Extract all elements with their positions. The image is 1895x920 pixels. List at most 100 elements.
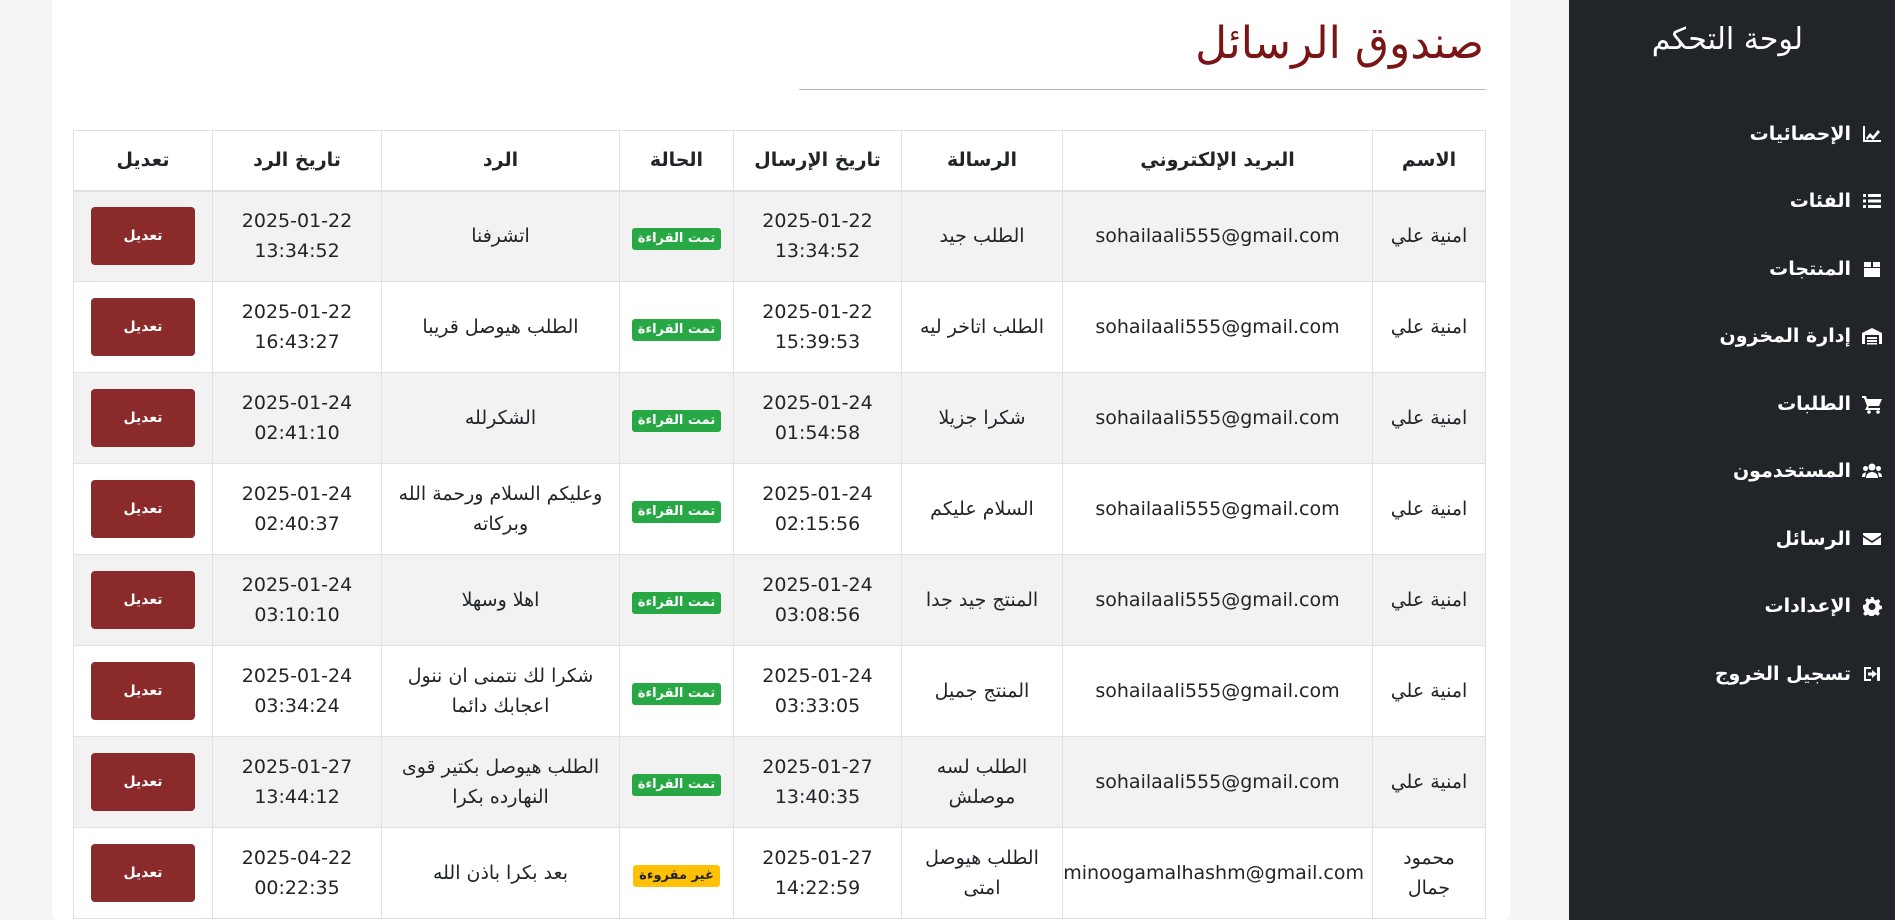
- sidebar-item-users[interactable]: المستخدمون: [1569, 438, 1895, 506]
- cell-message: السلام عليكم: [901, 463, 1063, 555]
- cell-message: المنتج جميل: [901, 645, 1063, 737]
- cart-icon: [1861, 393, 1883, 415]
- app-layout: لوحة التحكم الإحصائيات الفئات المنتجات إ…: [0, 0, 1895, 920]
- cell-reply: اتشرفنا: [381, 190, 620, 282]
- cell-reply: وعليكم السلام ورحمة الله وبركاته: [381, 463, 620, 555]
- edit-button[interactable]: تعديل: [91, 571, 195, 629]
- cell-edit: تعديل: [73, 645, 213, 737]
- sidebar-item-label: إدارة المخزون: [1719, 325, 1851, 348]
- cell-email: sohailaali555@gmail.com: [1062, 372, 1373, 464]
- sidebar-item-messages[interactable]: الرسائل: [1569, 505, 1895, 573]
- sent-date: 2025-01-27: [762, 847, 873, 869]
- reply-time: 13:44:12: [254, 786, 340, 808]
- chart-icon: [1861, 123, 1883, 145]
- table-row: امنية علي sohailaali555@gmail.com المنتج ج…: [73, 645, 1486, 737]
- sent-time: 13:34:52: [774, 240, 861, 263]
- sidebar-item-label: الإحصائيات: [1749, 122, 1851, 145]
- cell-email: minoogamalhashm@gmail.com: [1062, 827, 1373, 919]
- cell-status: تمت القراءة: [619, 190, 734, 282]
- cell-message: الطلب اتاخر ليه: [901, 281, 1063, 373]
- reply-date: 2025-01-22: [241, 301, 353, 323]
- cell-email: sohailaali555@gmail.com: [1062, 736, 1373, 828]
- sent-date: 2025-01-24: [762, 665, 873, 687]
- reply-time: 02:41:10: [254, 422, 340, 444]
- status-badge: تمت القراءة: [631, 228, 722, 251]
- cell-status: تمت القراءة: [619, 372, 734, 464]
- column-header-reply-date: تاريخ الرد: [212, 130, 382, 192]
- cell-email: sohailaali555@gmail.com: [1062, 281, 1373, 373]
- cell-reply: شكرا لك نتمنى ان ننول اعجابك دائما: [381, 645, 620, 737]
- edit-button[interactable]: تعديل: [91, 753, 195, 811]
- sent-date: 2025-01-24: [762, 574, 873, 596]
- sidebar-item-logout[interactable]: تسجيل الخروج: [1569, 640, 1895, 708]
- edit-button[interactable]: تعديل: [91, 662, 195, 720]
- cell-reply-date: 2025-01-27 13:44:12: [212, 736, 382, 828]
- cell-edit: تعديل: [73, 736, 213, 828]
- cell-reply: الطلب هيوصل بكتير قوى النهارده بكرا: [381, 736, 620, 828]
- cell-reply-date: 2025-01-24 02:40:37: [212, 463, 382, 555]
- cell-message: المنتج جيد جدا: [901, 554, 1063, 646]
- column-header-email: البريد الإلكتروني: [1062, 130, 1373, 192]
- main-content: صندوق الرسائل الاسم البريد الإلكتروني ال…: [52, 0, 1510, 920]
- sidebar-item-categories[interactable]: الفئات: [1569, 168, 1895, 236]
- sent-date: 2025-01-22: [762, 301, 873, 323]
- sidebar: لوحة التحكم الإحصائيات الفئات المنتجات إ…: [1569, 0, 1895, 920]
- title-divider: [799, 89, 1486, 90]
- cell-message: الطلب هيوصل امتى: [901, 827, 1063, 919]
- cell-edit: تعديل: [73, 554, 213, 646]
- cell-sent-date: 2025-01-27 13:40:35: [733, 736, 902, 828]
- cell-sent-date: 2025-01-24 02:15:56: [733, 463, 902, 555]
- cell-reply-date: 2025-01-22 13:34:52: [212, 190, 382, 282]
- column-header-reply: الرد: [381, 130, 620, 192]
- table-row: محمود جمال minoogamalhashm@gmail.com الطلب…: [73, 827, 1486, 919]
- box-icon: [1861, 258, 1883, 280]
- logout-icon: [1861, 663, 1883, 685]
- sidebar-title: لوحة التحكم: [1651, 22, 1803, 57]
- sent-time: 03:08:56: [774, 604, 861, 626]
- cell-sent-date: 2025-01-24 03:08:56: [733, 554, 902, 646]
- sidebar-item-statistics[interactable]: الإحصائيات: [1569, 100, 1895, 168]
- cell-reply: الطلب هيوصل قريبا: [381, 281, 620, 373]
- table-row: امنية علي sohailaali555@gmail.com السلام ع…: [73, 463, 1486, 555]
- cell-name: امنية علي: [1372, 372, 1486, 464]
- column-header-sent-date: تاريخ الإرسال: [733, 130, 902, 192]
- cell-reply-date: 2025-01-24 03:34:24: [212, 645, 382, 737]
- reply-date: 2025-01-22: [241, 210, 353, 233]
- column-header-status: الحالة: [619, 130, 734, 192]
- table-row: امنية علي sohailaali555@gmail.com الطلب جي…: [73, 190, 1486, 282]
- table-row: امنية علي sohailaali555@gmail.com الطلب ات…: [73, 281, 1486, 373]
- gear-icon: [1861, 595, 1883, 617]
- sidebar-item-inventory[interactable]: إدارة المخزون: [1569, 303, 1895, 371]
- cell-name: امنية علي: [1372, 463, 1486, 555]
- sidebar-item-orders[interactable]: الطلبات: [1569, 370, 1895, 438]
- edit-button[interactable]: تعديل: [91, 207, 195, 266]
- cell-sent-date: 2025-01-24 03:33:05: [733, 645, 902, 737]
- cell-status: تمت القراءة: [619, 554, 734, 646]
- sidebar-item-label: الرسائل: [1775, 527, 1851, 550]
- cell-message: الطلب جيد: [901, 190, 1063, 282]
- reply-date: 2025-01-24: [241, 392, 353, 414]
- cell-edit: تعديل: [73, 190, 213, 282]
- sidebar-item-products[interactable]: المنتجات: [1569, 235, 1895, 303]
- edit-button[interactable]: تعديل: [91, 298, 195, 356]
- cell-email: sohailaali555@gmail.com: [1062, 463, 1373, 555]
- status-badge: غير مقروءة: [633, 865, 720, 887]
- cell-reply-date: 2025-01-24 02:41:10: [212, 372, 382, 464]
- cell-status: تمت القراءة: [619, 281, 734, 373]
- column-header-name: الاسم: [1372, 130, 1486, 192]
- table-header-row: الاسم البريد الإلكتروني الرسالة تاريخ ال…: [73, 130, 1486, 192]
- cell-status: تمت القراءة: [619, 736, 734, 828]
- cell-reply-date: 2025-01-24 03:10:10: [212, 554, 382, 646]
- cell-edit: تعديل: [73, 827, 213, 919]
- edit-button[interactable]: تعديل: [91, 389, 195, 447]
- sidebar-item-settings[interactable]: الإعدادات: [1569, 573, 1895, 641]
- edit-button[interactable]: تعديل: [91, 844, 195, 902]
- cell-email: sohailaali555@gmail.com: [1062, 645, 1373, 737]
- cell-name: امنية علي: [1372, 554, 1486, 646]
- sidebar-item-label: الطلبات: [1777, 392, 1851, 415]
- sent-date: 2025-01-27: [762, 756, 873, 778]
- cell-status: تمت القراءة: [619, 645, 734, 737]
- edit-button[interactable]: تعديل: [91, 480, 195, 538]
- page-title: صندوق الرسائل: [1195, 18, 1484, 69]
- cell-status: تمت القراءة: [619, 463, 734, 555]
